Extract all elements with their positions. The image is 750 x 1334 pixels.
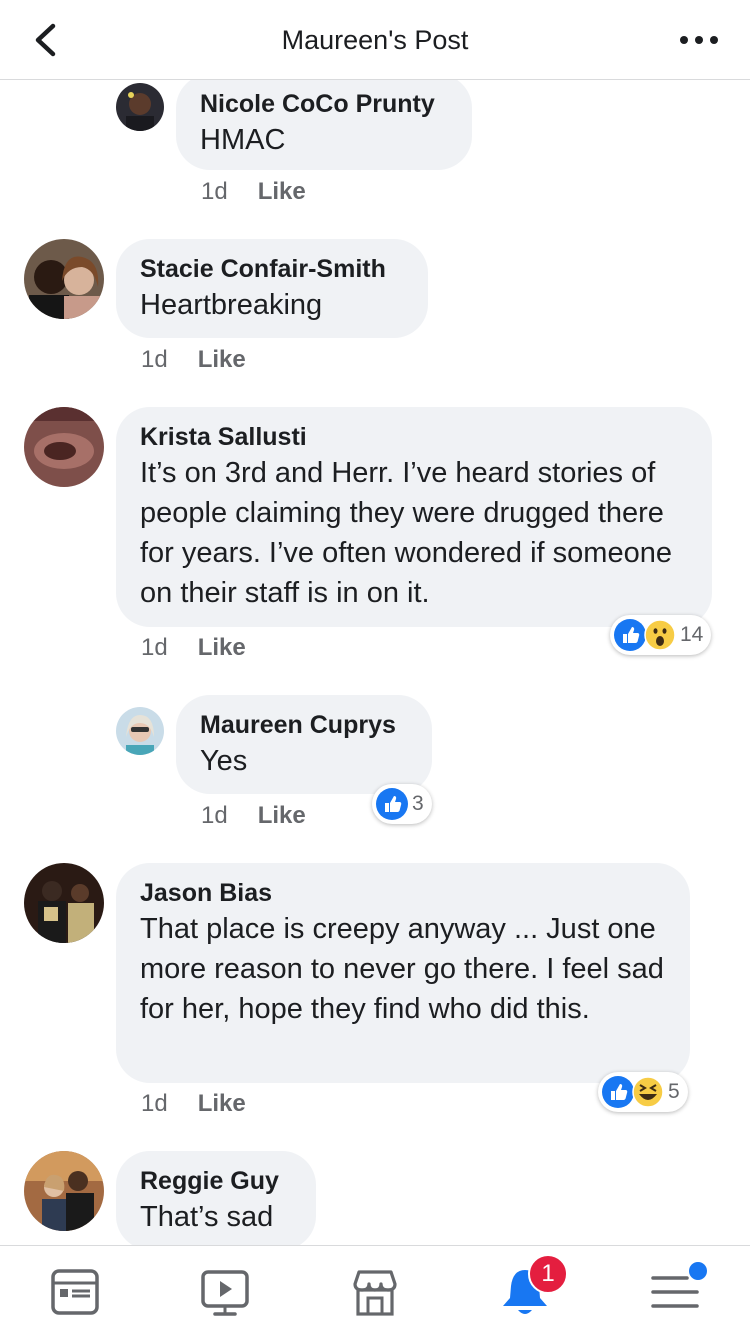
comment-bubble[interactable]: Nicole CoCo Prunty HMAC (176, 80, 472, 170)
haha-reaction-icon (632, 1076, 664, 1108)
comment-author[interactable]: Maureen Cuprys (200, 709, 408, 741)
comment-bubble[interactable]: Reggie Guy That’s sad (116, 1151, 316, 1245)
reactions-summary[interactable]: 3 (372, 784, 432, 824)
like-button[interactable]: Like (198, 634, 246, 661)
tab-watch[interactable] (197, 1264, 253, 1320)
tab-marketplace[interactable] (347, 1264, 403, 1320)
marketplace-icon (353, 1270, 397, 1316)
menu-update-dot (689, 1262, 707, 1280)
more-dots-icon (680, 36, 718, 44)
comment-meta: 1d Like (141, 1090, 246, 1118)
top-nav-bar: Maureen's Post (0, 0, 750, 80)
comment-time: 1d (141, 634, 168, 661)
reaction-count: 14 (680, 623, 704, 646)
comment-author[interactable]: Krista Sallusti (140, 421, 688, 453)
like-button[interactable]: Like (198, 1090, 246, 1117)
comment-author[interactable]: Jason Bias (140, 877, 666, 909)
like-reaction-icon (614, 619, 646, 651)
reactions-summary[interactable]: 5 (598, 1072, 688, 1112)
comment-text: That’s sad (140, 1201, 274, 1233)
comment-bubble[interactable]: Jason Bias That place is creepy anyway .… (116, 863, 690, 1083)
comment-bubble[interactable]: Stacie Confair-Smith Heartbreaking (116, 239, 428, 338)
reaction-count: 5 (668, 1080, 680, 1103)
comment-time: 1d (141, 1090, 168, 1117)
avatar[interactable] (116, 707, 164, 755)
like-reaction-icon (376, 788, 408, 820)
comment-author[interactable]: Nicole CoCo Prunty (200, 88, 448, 120)
comment-text: Yes (200, 745, 248, 777)
tab-news-feed[interactable] (47, 1264, 103, 1320)
news-feed-icon (51, 1269, 99, 1315)
avatar[interactable] (24, 863, 104, 943)
like-reaction-icon (602, 1076, 634, 1108)
avatar[interactable] (24, 407, 104, 487)
reactions-summary[interactable]: 14 (610, 615, 712, 655)
comment-time: 1d (201, 178, 228, 205)
like-button[interactable]: Like (198, 346, 246, 373)
comment-text: That place is creepy anyway ... Just one… (140, 913, 664, 1025)
comment-time: 1d (201, 802, 228, 829)
comment-bubble[interactable]: Krista Sallusti It’s on 3rd and Herr. I’… (116, 407, 712, 627)
avatar[interactable] (24, 239, 104, 319)
avatar[interactable] (24, 1151, 104, 1231)
comment-bubble[interactable]: Maureen Cuprys Yes (176, 695, 432, 794)
page-title: Maureen's Post (281, 25, 469, 55)
comments-list: Nicole CoCo Prunty HMAC 1d Like Stacie Co… (0, 80, 750, 1245)
more-options-button[interactable] (674, 20, 724, 60)
comment-time: 1d (141, 346, 168, 373)
notification-badge: 1 (528, 1254, 568, 1294)
comment-text: Heartbreaking (140, 289, 323, 321)
watch-icon (201, 1270, 249, 1316)
comment-author[interactable]: Reggie Guy (140, 1165, 292, 1197)
bottom-tab-bar: 1 (0, 1245, 750, 1334)
comment-meta: 1d Like (201, 802, 306, 830)
reaction-count: 3 (412, 792, 424, 815)
comment-meta: 1d Like (201, 178, 306, 206)
like-button[interactable]: Like (258, 802, 306, 829)
comment-meta: 1d Like (141, 634, 246, 662)
comment-meta: 1d Like (141, 346, 246, 374)
comment-text: HMAC (200, 124, 286, 156)
like-button[interactable]: Like (258, 178, 306, 205)
avatar[interactable] (116, 83, 164, 131)
comment-author[interactable]: Stacie Confair-Smith (140, 253, 404, 285)
comment-text: It’s on 3rd and Herr. I’ve heard stories… (140, 457, 672, 609)
wow-reaction-icon (644, 619, 676, 651)
